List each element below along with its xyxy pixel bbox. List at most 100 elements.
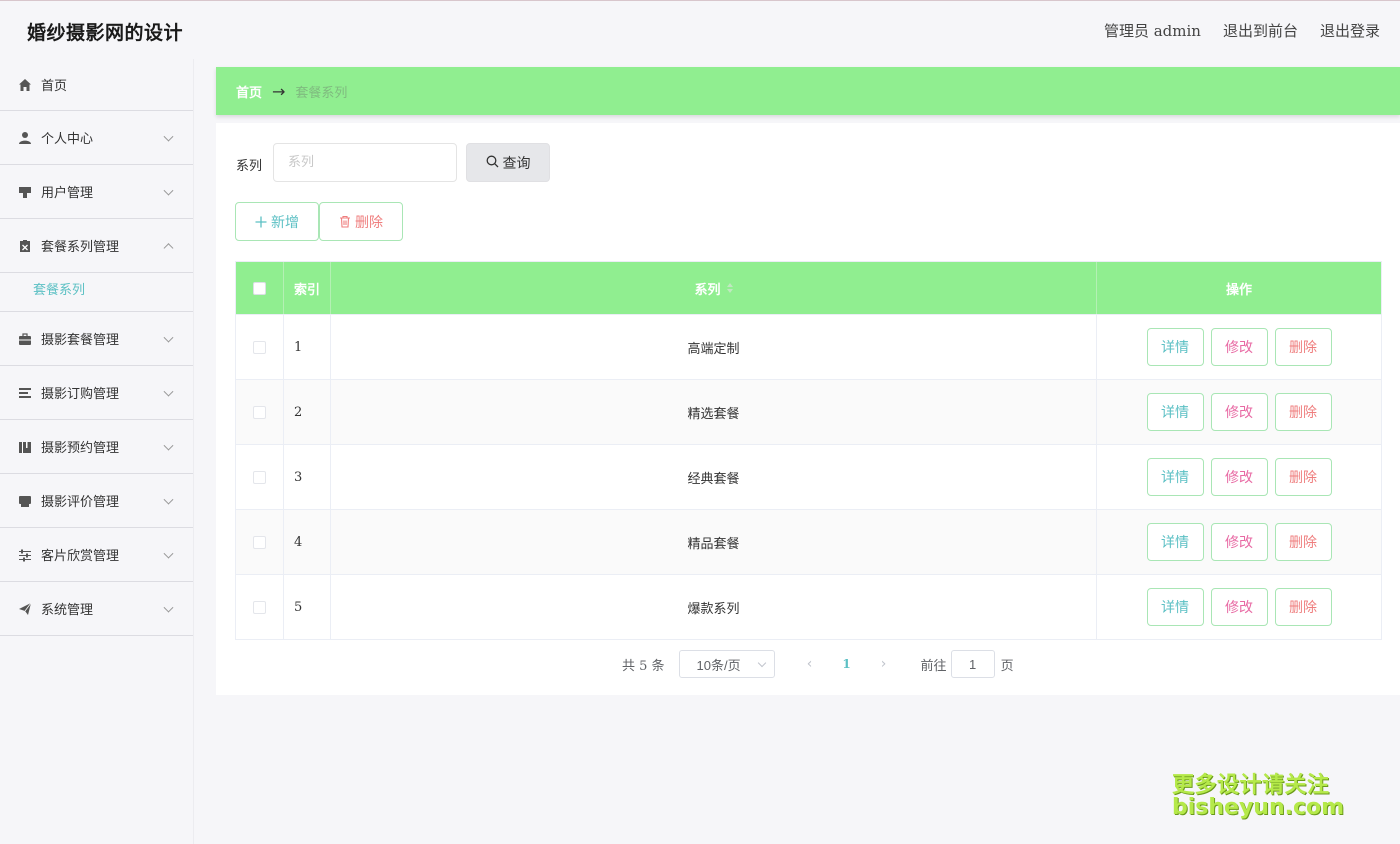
trash-icon: [339, 215, 351, 228]
delete-button[interactable]: 删除: [1274, 588, 1332, 626]
delete-button[interactable]: 删除: [1274, 393, 1332, 431]
search-icon: [486, 155, 499, 171]
prev-page-button[interactable]: ‹: [795, 650, 825, 678]
edit-button[interactable]: 修改: [1210, 458, 1268, 496]
table-row: 2 精选套餐 详情 修改 删除: [236, 379, 1381, 444]
row-checkbox[interactable]: [253, 470, 266, 484]
row-checkbox[interactable]: [253, 405, 266, 419]
arrow-right-icon: →: [272, 81, 286, 101]
total-count: 共 5 条: [622, 658, 665, 674]
table-row: 3 经典套餐 详情 修改 删除: [236, 444, 1381, 509]
row-series: 高端定制: [331, 315, 1097, 379]
page-size-value: 10条/页: [696, 657, 741, 673]
chevron-down-icon: [163, 440, 174, 451]
delete-button[interactable]: 删除: [1274, 523, 1332, 561]
goto-label: 前往: [920, 658, 947, 674]
chevron-down-icon: [163, 185, 174, 196]
row-series: 精品套餐: [331, 510, 1097, 574]
delete-button-label: 删除: [355, 213, 383, 230]
goto-page-input[interactable]: [950, 650, 995, 678]
sidebar-item-gallery-management[interactable]: 客片欣赏管理: [0, 528, 193, 582]
delete-button[interactable]: 删除: [1274, 328, 1332, 366]
sort-icon[interactable]: [726, 283, 733, 293]
logout-link[interactable]: 退出登录: [1320, 20, 1380, 41]
breadcrumb-home[interactable]: 首页: [236, 82, 262, 101]
clipboard-icon: [17, 238, 33, 254]
header-series[interactable]: 系列: [331, 262, 1097, 314]
detail-button[interactable]: 详情: [1146, 588, 1204, 626]
row-checkbox-cell: [236, 510, 284, 574]
top-header: 婚纱摄影网的设计 管理员 admin 退出到前台 退出登录: [0, 0, 1400, 60]
row-series: 爆款系列: [331, 575, 1097, 639]
exit-to-front-link[interactable]: 退出到前台: [1223, 20, 1298, 41]
row-series: 精选套餐: [331, 380, 1097, 444]
user-icon: [17, 130, 33, 146]
search-button[interactable]: 查询: [466, 143, 550, 182]
edit-button[interactable]: 修改: [1210, 588, 1268, 626]
chevron-down-icon: [163, 548, 174, 559]
next-page-button[interactable]: ›: [869, 650, 899, 678]
row-series: 经典套餐: [331, 445, 1097, 509]
detail-button[interactable]: 详情: [1146, 393, 1204, 431]
header-actions: 管理员 admin 退出到前台 退出登录: [1104, 20, 1380, 41]
search-button-label: 查询: [502, 154, 531, 171]
breadcrumb-current: 套餐系列: [295, 85, 348, 101]
sidebar-item-label: 系统管理: [41, 603, 94, 618]
watermark-line2: bisheyun.com: [1172, 795, 1345, 820]
row-index: 4: [284, 510, 331, 574]
sidebar-item-label: 摄影评价管理: [41, 495, 120, 510]
chevron-down-icon: [163, 131, 174, 142]
batch-delete-button[interactable]: 删除: [319, 202, 403, 241]
edit-button[interactable]: 修改: [1210, 328, 1268, 366]
detail-button[interactable]: 详情: [1146, 328, 1204, 366]
page-number[interactable]: 1: [825, 657, 869, 671]
sidebar-item-series-management[interactable]: 套餐系列管理: [0, 219, 193, 273]
series-table: 索引 系列 操作 1 高端定制 详情 修改 删除 2 精选套餐 详情 修改 删除…: [235, 261, 1382, 640]
table-header: 索引 系列 操作: [236, 262, 1381, 314]
sidebar-item-appointment-management[interactable]: 摄影预约管理: [0, 420, 193, 474]
delete-button[interactable]: 删除: [1274, 458, 1332, 496]
table-row: 5 爆款系列 详情 修改 删除: [236, 574, 1381, 639]
sidebar-item-order-management[interactable]: 摄影订购管理: [0, 366, 193, 420]
sidebar-item-user-management[interactable]: 用户管理: [0, 165, 193, 219]
chevron-down-icon: [163, 386, 174, 397]
row-checkbox-cell: [236, 315, 284, 379]
add-button[interactable]: 新增: [235, 202, 319, 241]
header-ops: 操作: [1225, 282, 1252, 298]
breadcrumb: 首页 → 套餐系列: [216, 67, 1400, 115]
list-icon: [17, 385, 33, 401]
row-checkbox[interactable]: [253, 600, 266, 614]
sliders-icon: [17, 547, 33, 563]
row-checkbox[interactable]: [253, 535, 266, 549]
edit-button[interactable]: 修改: [1210, 393, 1268, 431]
sidebar-item-review-management[interactable]: 摄影评价管理: [0, 474, 193, 528]
row-ops: 详情 修改 删除: [1097, 510, 1381, 574]
row-checkbox-cell: [236, 575, 284, 639]
series-search-input[interactable]: [273, 143, 457, 182]
chevron-down-icon: [757, 658, 766, 668]
admin-user-label[interactable]: 管理员 admin: [1104, 20, 1201, 41]
watermark: 更多设计请关注 bisheyun.com: [1172, 767, 1345, 823]
table-row: 1 高端定制 详情 修改 删除: [236, 314, 1381, 379]
page-unit-label: 页: [1000, 658, 1014, 674]
row-ops: 详情 修改 删除: [1097, 445, 1381, 509]
row-checkbox-cell: [236, 445, 284, 509]
sidebar-item-label: 首页: [41, 79, 68, 94]
row-ops: 详情 修改 删除: [1097, 380, 1381, 444]
sidebar-item-system-management[interactable]: 系统管理: [0, 582, 193, 636]
select-all-checkbox[interactable]: [253, 281, 266, 295]
row-ops: 详情 修改 删除: [1097, 575, 1381, 639]
sidebar-item-label: 用户管理: [41, 186, 94, 201]
detail-button[interactable]: 详情: [1146, 523, 1204, 561]
sidebar-item-package-management[interactable]: 摄影套餐管理: [0, 312, 193, 366]
row-checkbox[interactable]: [253, 340, 266, 354]
sidebar-menu: 首页 个人中心 用户管理 套餐系列管理 套餐系列 摄影套餐管理 摄影订购管理 摄…: [0, 59, 194, 844]
edit-button[interactable]: 修改: [1210, 523, 1268, 561]
sidebar-item-label: 客片欣赏管理: [41, 549, 120, 564]
page-size-select[interactable]: 10条/页: [678, 650, 775, 678]
detail-button[interactable]: 详情: [1146, 458, 1204, 496]
chevron-down-icon: [163, 494, 174, 505]
sidebar-item-home[interactable]: 首页: [0, 59, 193, 111]
chevron-down-icon: [163, 602, 174, 613]
sidebar-item-personal-center[interactable]: 个人中心: [0, 111, 193, 165]
